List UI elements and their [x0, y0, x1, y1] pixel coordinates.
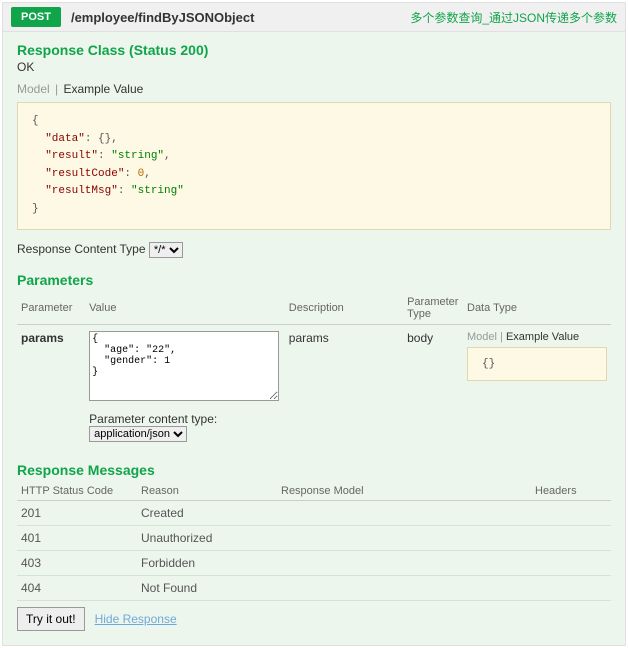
status-code: 201 [17, 500, 137, 525]
datatype-toggle: Model | Example Value [467, 331, 607, 343]
param-value-textarea[interactable] [89, 331, 279, 401]
parameter-row: params Parameter content type: applicati… [17, 324, 611, 448]
datatype-example-json[interactable]: {} [467, 347, 607, 381]
endpoint-path: /employee/findByJSONObject [71, 10, 255, 25]
response-messages-table: HTTP Status Code Reason Response Model H… [17, 482, 611, 601]
table-row: 201 Created [17, 500, 611, 525]
try-it-out-button[interactable]: Try it out! [17, 607, 85, 631]
operation-header[interactable]: POST /employee/findByJSONObject 多个参数查询_通… [3, 3, 625, 32]
response-status-text: OK [17, 60, 611, 74]
datatype-model-tab[interactable]: Model [467, 331, 497, 343]
param-datatype-cell: Model | Example Value {} [463, 324, 611, 448]
col-data-type: Data Type [463, 292, 611, 325]
datatype-example-tab[interactable]: Example Value [506, 331, 579, 343]
status-reason: Created [137, 500, 277, 525]
status-reason: Unauthorized [137, 525, 277, 550]
response-content-type-select[interactable]: */* [149, 242, 183, 258]
param-content-type-select[interactable]: application/json [89, 426, 187, 442]
model-tab[interactable]: Model [17, 82, 50, 96]
param-description: params [285, 324, 403, 448]
operation-content: Response Class (Status 200) OK Model | E… [3, 32, 625, 645]
table-row: 404 Not Found [17, 575, 611, 600]
response-content-type-row: Response Content Type */* [17, 242, 611, 258]
param-type: body [403, 324, 463, 448]
action-row: Try it out! Hide Response [17, 607, 611, 631]
response-class-title: Response Class (Status 200) [17, 42, 611, 58]
status-reason: Forbidden [137, 550, 277, 575]
hide-response-link[interactable]: Hide Response [95, 612, 177, 626]
table-row: 403 Forbidden [17, 550, 611, 575]
response-content-type-label: Response Content Type [17, 242, 146, 256]
method-badge: POST [11, 7, 61, 27]
response-messages-section: Response Messages HTTP Status Code Reaso… [17, 462, 611, 601]
example-value-tab[interactable]: Example Value [64, 82, 144, 96]
col-value: Value [85, 292, 285, 325]
operation-description[interactable]: 多个参数查询_通过JSON传递多个参数 [410, 9, 617, 26]
parameters-table: Parameter Value Description Parameter Ty… [17, 292, 611, 448]
tab-divider: | [55, 82, 58, 96]
operation-panel: POST /employee/findByJSONObject 多个参数查询_通… [2, 2, 626, 646]
status-code: 404 [17, 575, 137, 600]
col-parameter-type: Parameter Type [403, 292, 463, 325]
model-example-toggle: Model | Example Value [17, 82, 611, 96]
status-code: 401 [17, 525, 137, 550]
col-parameter: Parameter [17, 292, 85, 325]
col-status-code: HTTP Status Code [17, 482, 137, 501]
parameters-title: Parameters [17, 272, 611, 288]
col-headers: Headers [531, 482, 611, 501]
col-response-model: Response Model [277, 482, 531, 501]
response-example-json[interactable]: { "data": {}, "result": "string", "resul… [17, 102, 611, 230]
col-reason: Reason [137, 482, 277, 501]
param-name: params [17, 324, 85, 448]
response-messages-title: Response Messages [17, 462, 611, 478]
status-code: 403 [17, 550, 137, 575]
status-reason: Not Found [137, 575, 277, 600]
param-content-type-row: Parameter content type: application/json [89, 412, 281, 442]
table-row: 401 Unauthorized [17, 525, 611, 550]
col-description: Description [285, 292, 403, 325]
parameters-section: Parameters Parameter Value Description P… [17, 272, 611, 448]
param-content-type-label: Parameter content type: [89, 412, 217, 426]
